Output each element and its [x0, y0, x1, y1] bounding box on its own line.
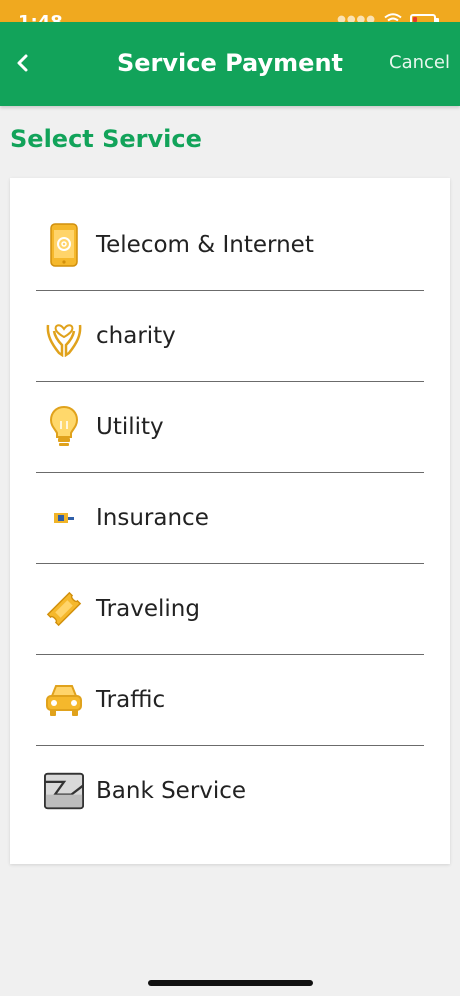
service-item-traveling[interactable]: Traveling	[36, 564, 424, 655]
service-label: Bank Service	[96, 778, 247, 804]
insurance-icon	[44, 496, 84, 540]
bank-card-icon	[44, 769, 84, 813]
service-label: Traffic	[96, 687, 166, 713]
section-title: Select Service	[10, 125, 202, 153]
service-item-traffic[interactable]: Traffic	[36, 655, 424, 746]
service-item-utility[interactable]: Utility	[36, 382, 424, 473]
service-item-telecom[interactable]: Telecom & Internet	[36, 200, 424, 291]
service-label: Telecom & Internet	[96, 232, 314, 258]
status-bar: 1:48 ●●●●	[0, 0, 460, 32]
service-list: Telecom & Internet charity Utility Insur…	[36, 200, 424, 836]
ticket-icon	[44, 587, 84, 631]
service-label: Traveling	[96, 596, 200, 622]
cancel-button[interactable]: Cancel	[389, 52, 450, 74]
service-item-insurance[interactable]: Insurance	[36, 473, 424, 564]
home-indicator[interactable]	[148, 980, 313, 986]
service-item-charity[interactable]: charity	[36, 291, 424, 382]
service-label: Insurance	[96, 505, 209, 531]
service-list-card: Telecom & Internet charity Utility Insur…	[10, 178, 450, 864]
car-icon	[44, 678, 84, 722]
phone-email-icon	[44, 223, 84, 267]
service-label: Utility	[96, 414, 164, 440]
service-label: charity	[96, 323, 176, 349]
charity-hands-icon	[44, 314, 84, 358]
light-bulb-icon	[44, 405, 84, 449]
service-item-bank[interactable]: Bank Service	[36, 746, 424, 836]
nav-bar: Service Payment Cancel	[0, 22, 460, 106]
